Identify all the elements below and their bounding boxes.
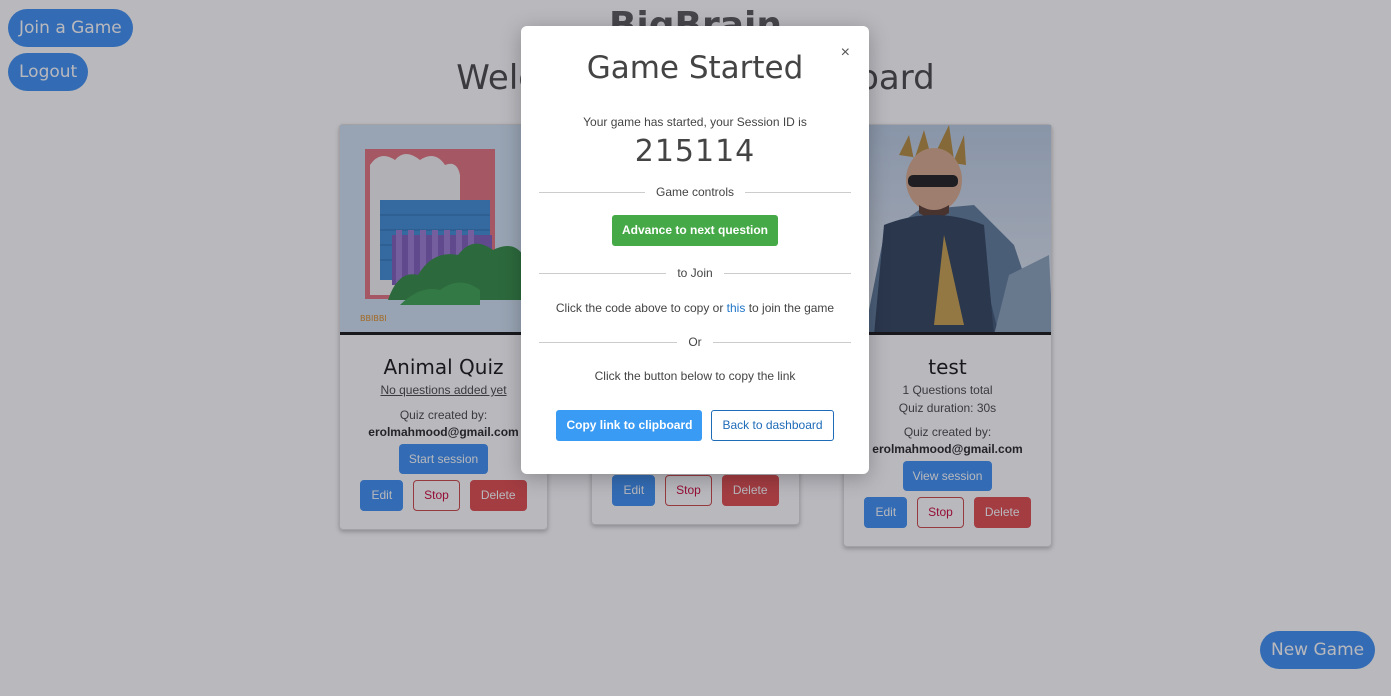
close-icon[interactable]: × (841, 44, 850, 62)
copy-link-instruction: Click the button below to copy the link (594, 369, 796, 383)
session-info-text: Your game has started, your Session ID i… (583, 115, 807, 129)
game-started-modal: × Game Started Your game has started, yo… (521, 26, 869, 474)
session-id[interactable]: 215114 (521, 134, 869, 169)
join-link[interactable]: this (727, 301, 746, 315)
game-controls-divider: Game controls (539, 185, 851, 199)
advance-question-button[interactable]: Advance to next question (611, 215, 779, 246)
copy-link-button[interactable]: Copy link to clipboard (556, 410, 703, 441)
copy-instructions: Click the code above to copy or this to … (555, 301, 835, 315)
back-to-dashboard-button[interactable]: Back to dashboard (711, 410, 834, 441)
join-divider: to Join (539, 266, 851, 280)
modal-title: Game Started (586, 50, 804, 86)
or-divider: Or (539, 335, 851, 349)
